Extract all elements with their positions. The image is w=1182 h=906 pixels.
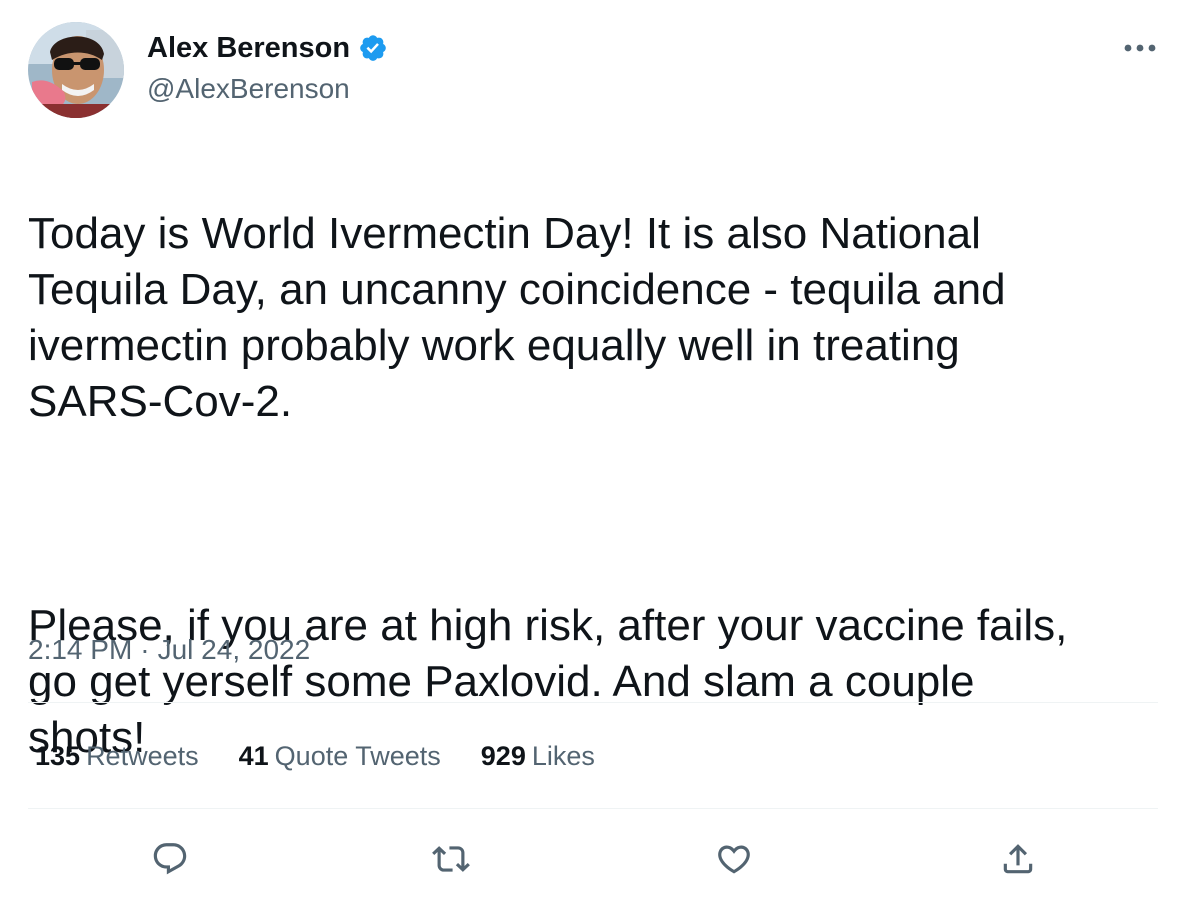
quote-tweets-count: 41 [238, 741, 269, 771]
tweet-stats: 135 Retweets 41 Quote Tweets 929 Likes [35, 738, 595, 774]
heart-icon [718, 845, 750, 874]
reply-button[interactable] [146, 835, 194, 883]
quote-tweets-label: Quote Tweets [274, 741, 441, 771]
retweet-icon [432, 846, 470, 872]
divider-bottom [28, 808, 1158, 809]
tweet-time-link[interactable]: 2:14 PM [28, 632, 132, 668]
retweet-button[interactable] [427, 835, 475, 883]
retweets-label: Retweets [86, 741, 199, 771]
quote-tweets-stat[interactable]: 41 Quote Tweets [239, 738, 441, 774]
tweet-card: Alex Berenson @AlexBerenson Today is Wor… [0, 0, 1182, 906]
avatar[interactable] [28, 22, 124, 118]
tweet-text: Today is World Ivermectin Day! It is als… [28, 150, 1153, 822]
likes-count: 929 [480, 741, 526, 771]
more-options-button[interactable] [1116, 34, 1164, 62]
share-button[interactable] [994, 835, 1042, 883]
tweet-timestamp: 2:14 PM · Jul 24, 2022 [28, 632, 310, 668]
tweet-paragraph-1: Today is World Ivermectin Day! It is als… [28, 209, 1006, 426]
divider-top [28, 702, 1158, 703]
retweets-stat[interactable]: 135 Retweets [35, 738, 199, 774]
retweets-count: 135 [35, 741, 81, 771]
display-name[interactable]: Alex Berenson [147, 31, 350, 65]
timestamp-separator: · [140, 634, 150, 665]
user-handle[interactable]: @AlexBerenson [147, 73, 350, 105]
avatar-image [28, 22, 124, 118]
likes-label: Likes [531, 741, 595, 771]
tweet-date-link[interactable]: Jul 24, 2022 [158, 632, 311, 668]
verified-badge-icon [360, 35, 386, 61]
reply-icon [153, 843, 187, 875]
user-name-row: Alex Berenson [147, 31, 388, 65]
like-button[interactable] [710, 835, 758, 883]
likes-stat[interactable]: 929 Likes [481, 738, 595, 774]
more-dots-icon [1124, 44, 1156, 52]
share-icon [1003, 844, 1033, 874]
